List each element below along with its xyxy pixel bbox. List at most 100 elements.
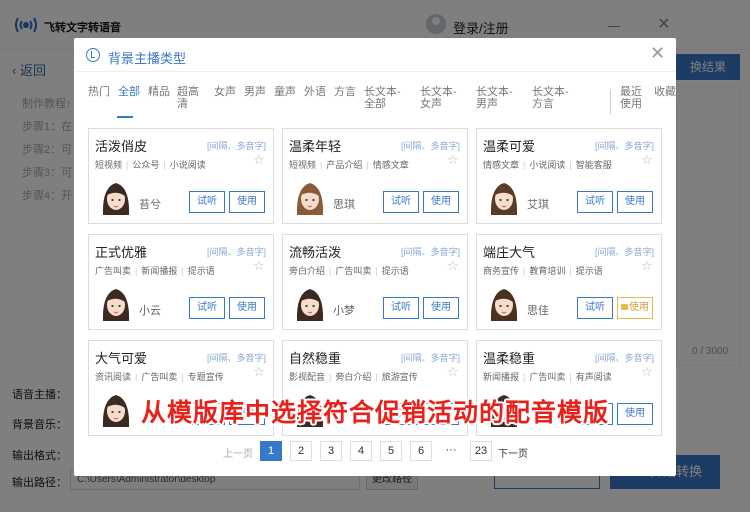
voice-name: 艾琪 bbox=[527, 199, 549, 211]
tab-recent[interactable]: 最近使用 bbox=[620, 86, 642, 110]
feature-hint: [间隔、多音字] bbox=[595, 353, 655, 363]
voice-style-name: 大气可爱 bbox=[95, 351, 148, 366]
tab-male[interactable]: 男声 bbox=[244, 86, 266, 98]
tag: 新闻播报 bbox=[141, 266, 178, 276]
promo-caption: 从模版库中选择符合促销活动的配音模版 bbox=[140, 399, 609, 427]
voice-style-name: 温柔可爱 bbox=[483, 139, 536, 154]
try-listen-button[interactable]: 试听 bbox=[383, 191, 419, 213]
tag-separator: | bbox=[523, 372, 526, 382]
page-button[interactable]: 3 bbox=[320, 441, 342, 461]
voice-style-name: 自然稳重 bbox=[289, 351, 342, 366]
tab-female[interactable]: 女声 bbox=[214, 86, 236, 98]
tab-long-male[interactable]: 长文本-男声 bbox=[476, 86, 520, 110]
tag: 广告叫卖 bbox=[141, 372, 178, 382]
tab-child[interactable]: 童声 bbox=[274, 86, 296, 98]
tag: 情感文章 bbox=[372, 160, 409, 170]
voice-avatar bbox=[296, 183, 324, 215]
tab-long-dialect[interactable]: 长文本-方言 bbox=[532, 86, 576, 110]
voice-card[interactable]: 活泼俏皮 [间隔、多音字] ☆ 短视频 | 公众号 | 小说阅读 苔兮 试听 使用 bbox=[88, 128, 274, 224]
voice-card[interactable]: 端庄大气 [间隔、多音字] ☆ 商务宣传 | 教育培训 | 提示语 思佳 试听 使用 bbox=[476, 234, 662, 330]
try-listen-button[interactable]: 试听 bbox=[383, 297, 419, 319]
next-page-button[interactable]: 下一页 bbox=[498, 445, 528, 460]
try-listen-button[interactable]: 试听 bbox=[577, 297, 613, 319]
use-button[interactable]: 使用 bbox=[229, 297, 265, 319]
tag-separator: | bbox=[320, 160, 323, 170]
star-icon[interactable]: ☆ bbox=[447, 259, 459, 272]
voice-card[interactable]: 温柔年轻 [间隔、多音字] ☆ 短视频 | 产品介绍 | 情感文章 思琪 试听 使用 bbox=[282, 128, 468, 224]
tag-separator: | bbox=[569, 266, 572, 276]
page-button[interactable]: 1 bbox=[260, 441, 282, 461]
tag: 短视频 bbox=[95, 160, 123, 170]
voice-name: 思佳 bbox=[527, 305, 549, 317]
star-icon[interactable]: ☆ bbox=[641, 259, 653, 272]
tab-long-all[interactable]: 长文本-全部 bbox=[364, 86, 408, 110]
tab-premium[interactable]: 精品 bbox=[148, 86, 170, 98]
feature-hint: [间隔、多音字] bbox=[207, 247, 267, 257]
tab-hot[interactable]: 热门 bbox=[88, 86, 110, 98]
voice-avatar bbox=[102, 289, 130, 321]
feature-hint: [间隔、多音字] bbox=[401, 141, 461, 151]
tag-separator: | bbox=[181, 372, 184, 382]
star-icon[interactable]: ☆ bbox=[641, 153, 653, 166]
page-button[interactable]: 6 bbox=[410, 441, 432, 461]
tag-separator: | bbox=[569, 160, 572, 170]
tag: 公众号 bbox=[132, 160, 160, 170]
voice-card[interactable]: 温柔可爱 [间隔、多音字] ☆ 情感文章 | 小说阅读 | 智能客服 艾琪 试听 使用 bbox=[476, 128, 662, 224]
tag-list: 短视频 | 公众号 | 小说阅读 bbox=[95, 158, 206, 171]
prev-page-button[interactable]: 上一页 bbox=[223, 445, 253, 460]
page-button[interactable]: 5 bbox=[380, 441, 402, 461]
voice-card[interactable]: 正式优雅 [间隔、多音字] ☆ 广告叫卖 | 新闻播报 | 提示语 小云 试听 使用 bbox=[88, 234, 274, 330]
star-icon[interactable]: ☆ bbox=[447, 365, 459, 378]
use-button[interactable]: 使用 bbox=[617, 191, 653, 213]
page-ellipsis[interactable]: ··· bbox=[440, 441, 462, 461]
try-listen-button[interactable]: 试听 bbox=[189, 297, 225, 319]
tag-separator: | bbox=[523, 266, 526, 276]
use-button[interactable]: 使用 bbox=[617, 297, 653, 319]
tag: 短视频 bbox=[289, 160, 317, 170]
tag: 影视配音 bbox=[289, 372, 326, 382]
tab-ultra-hd[interactable]: 超高清 bbox=[177, 86, 199, 110]
voice-avatar bbox=[490, 183, 518, 215]
page-button[interactable]: 23 bbox=[470, 441, 492, 461]
try-listen-button[interactable]: 试听 bbox=[577, 191, 613, 213]
tag-separator: | bbox=[329, 372, 332, 382]
voice-name: 思琪 bbox=[333, 199, 355, 211]
use-button[interactable]: 使用 bbox=[423, 191, 459, 213]
use-button[interactable]: 使用 bbox=[423, 297, 459, 319]
feature-hint: [间隔、多音字] bbox=[595, 247, 655, 257]
tab-foreign[interactable]: 外语 bbox=[304, 86, 326, 98]
voice-avatar bbox=[102, 183, 130, 215]
star-icon[interactable]: ☆ bbox=[641, 365, 653, 378]
tag-separator: | bbox=[366, 160, 369, 170]
use-button[interactable]: 使用 bbox=[229, 191, 265, 213]
tag: 专题宣传 bbox=[187, 372, 224, 382]
close-icon[interactable]: ✕ bbox=[650, 44, 665, 62]
tab-favorites[interactable]: 收藏 bbox=[654, 86, 676, 98]
voice-card[interactable]: 流畅活泼 [间隔、多音字] ☆ 旁白介绍 | 广告叫卖 | 提示语 小梦 试听 使用 bbox=[282, 234, 468, 330]
tab-all[interactable]: 全部 bbox=[118, 86, 140, 98]
tag: 商务宣传 bbox=[483, 266, 520, 276]
tag-separator: | bbox=[163, 160, 166, 170]
tab-long-female[interactable]: 长文本-女声 bbox=[420, 86, 464, 110]
star-icon[interactable]: ☆ bbox=[447, 153, 459, 166]
tag: 旁白介绍 bbox=[335, 372, 372, 382]
tag: 小说阅读 bbox=[529, 160, 566, 170]
page-button[interactable]: 2 bbox=[290, 441, 312, 461]
star-icon[interactable]: ☆ bbox=[253, 259, 265, 272]
tag: 广告叫卖 bbox=[529, 372, 566, 382]
tag-separator: | bbox=[375, 266, 378, 276]
voice-style-name: 温柔稳重 bbox=[483, 351, 536, 366]
tag: 旁白介绍 bbox=[289, 266, 326, 276]
tag-list: 旁白介绍 | 广告叫卖 | 提示语 bbox=[289, 264, 409, 277]
star-icon[interactable]: ☆ bbox=[253, 365, 265, 378]
star-icon[interactable]: ☆ bbox=[253, 153, 265, 166]
category-tabs: 热门 全部 精品 超高清 女声 男声 童声 外语 方言 长文本-全部 长文本-女… bbox=[84, 86, 676, 120]
tab-dialect[interactable]: 方言 bbox=[334, 86, 356, 98]
tag: 小说阅读 bbox=[169, 160, 206, 170]
tag: 提示语 bbox=[381, 266, 409, 276]
pagination: 上一页 1 2 3 4 5 6 ··· 23 下一页 bbox=[74, 441, 676, 461]
try-listen-button[interactable]: 试听 bbox=[189, 191, 225, 213]
page-button[interactable]: 4 bbox=[350, 441, 372, 461]
tag-list: 影视配音 | 旁白介绍 | 旅游宣传 bbox=[289, 370, 418, 383]
voice-name: 苔兮 bbox=[139, 199, 161, 211]
